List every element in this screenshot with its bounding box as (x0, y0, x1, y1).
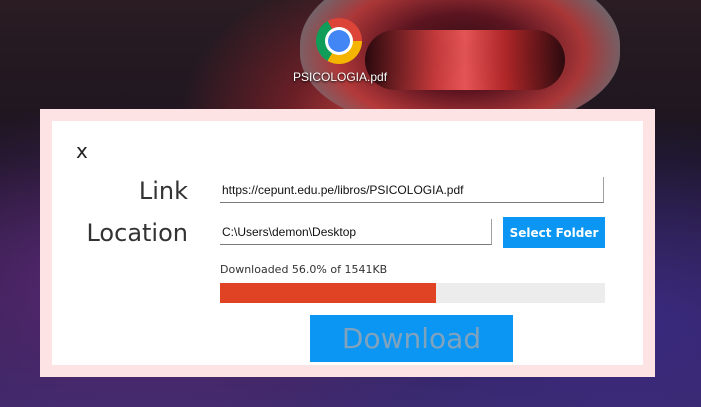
download-dialog: x Link https://cepunt.edu.pe/libros/PSIC… (40, 109, 655, 377)
download-progress-fill (220, 283, 436, 303)
url-input[interactable]: https://cepunt.edu.pe/libros/PSICOLOGIA.… (220, 177, 604, 203)
download-button[interactable]: Download (310, 315, 513, 362)
desktop-file-icon[interactable]: PSICOLOGIA.pdf (293, 18, 388, 84)
select-folder-button[interactable]: Select Folder (503, 217, 605, 248)
desktop-file-label: PSICOLOGIA.pdf (293, 70, 388, 84)
chrome-icon (316, 18, 362, 64)
location-input[interactable]: C:\Users\demon\Desktop (220, 219, 492, 245)
helmet-visor-image (365, 30, 565, 90)
link-label: Link (138, 177, 188, 205)
download-status-text: Downloaded 56.0% of 1541KB (220, 263, 388, 276)
close-button[interactable]: x (76, 139, 88, 163)
location-label: Location (86, 219, 188, 247)
dialog-panel: x Link https://cepunt.edu.pe/libros/PSIC… (52, 121, 643, 365)
download-progress-bar (220, 283, 605, 303)
